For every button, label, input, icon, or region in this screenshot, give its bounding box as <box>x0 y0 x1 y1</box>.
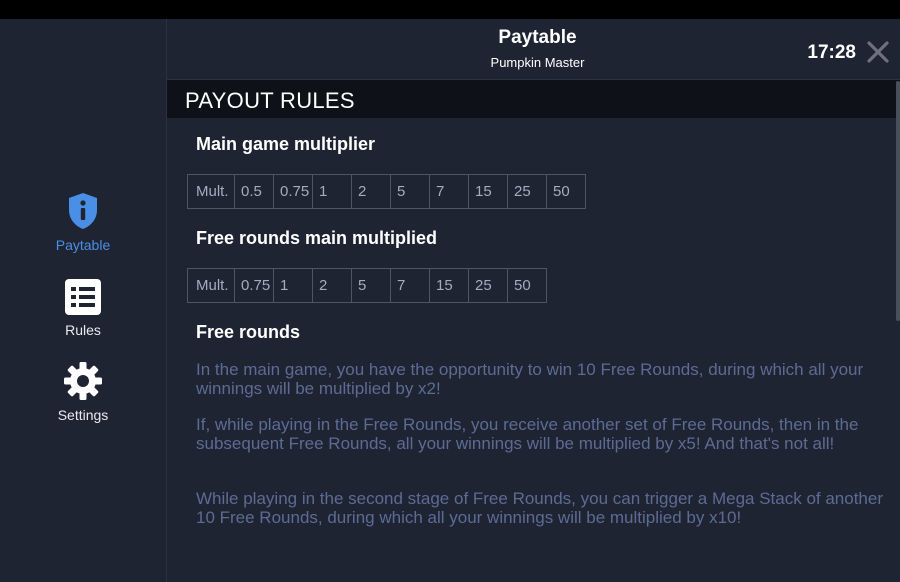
table-cell: 5 <box>390 174 430 209</box>
table-row: Mult. 0.5 0.75 1 2 5 7 15 25 50 <box>187 174 586 209</box>
game-name: Pumpkin Master <box>490 55 585 70</box>
table-cell: 2 <box>312 268 352 303</box>
info-shield-icon <box>69 193 97 229</box>
scrollbar[interactable] <box>896 81 900 321</box>
top-black-bar <box>0 0 900 19</box>
sidebar-item-label: Settings <box>57 407 109 423</box>
sidebar: Paytable Rules Settings <box>0 19 167 582</box>
page-title: Paytable <box>498 27 577 48</box>
section-title: PAYOUT RULES <box>185 88 355 113</box>
table-cell: 15 <box>468 174 508 209</box>
table-cell: Mult. <box>187 268 235 303</box>
table-cell: 2 <box>351 174 391 209</box>
list-icon <box>65 279 101 315</box>
close-icon[interactable] <box>866 40 890 64</box>
table-cell: 7 <box>429 174 469 209</box>
table-cell: 0.75 <box>234 268 274 303</box>
table-cell: 7 <box>390 268 430 303</box>
main-multiplier-heading: Main game multiplier <box>196 134 376 154</box>
table-cell: 25 <box>468 268 508 303</box>
free-rounds-paragraph-1: In the main game, you have the opportuni… <box>196 360 864 398</box>
table-cell: 0.5 <box>234 174 274 209</box>
free-rounds-paragraph-2: If, while playing in the Free Rounds, yo… <box>196 415 859 453</box>
sidebar-item-label: Paytable <box>55 237 111 253</box>
table-cell: 50 <box>507 268 547 303</box>
sidebar-item-paytable[interactable]: Paytable <box>0 191 166 253</box>
sidebar-item-rules[interactable]: Rules <box>0 278 166 338</box>
table-cell: 0.75 <box>273 174 313 209</box>
sidebar-item-settings[interactable]: Settings <box>0 361 166 423</box>
gear-icon <box>64 362 102 400</box>
table-row: Mult. 0.75 1 2 5 7 15 25 50 <box>187 268 547 303</box>
sidebar-item-label: Rules <box>65 322 101 338</box>
main-multiplier-table: Mult. 0.5 0.75 1 2 5 7 15 25 50 <box>187 174 586 209</box>
table-cell: 1 <box>312 174 352 209</box>
payout-content: Main game multiplier Mult. 0.5 0.75 1 2 … <box>167 117 892 582</box>
table-cell: 25 <box>507 174 547 209</box>
free-rounds-heading: Free rounds <box>196 322 301 342</box>
section-header: PAYOUT RULES <box>167 79 900 118</box>
table-cell: 50 <box>546 174 586 209</box>
main-panel: Paytable Pumpkin Master 17:28 PAYOUT RUL… <box>167 19 900 582</box>
free-multiplier-heading: Free rounds main multiplied <box>196 228 438 248</box>
header: Paytable Pumpkin Master 17:28 <box>167 19 900 79</box>
table-cell: 15 <box>429 268 469 303</box>
free-rounds-paragraph-3: While playing in the second stage of Fre… <box>196 489 884 527</box>
table-cell: 5 <box>351 268 391 303</box>
table-cell: 1 <box>273 268 313 303</box>
table-cell: Mult. <box>187 174 235 209</box>
clock: 17:28 <box>807 42 856 63</box>
free-multiplier-table: Mult. 0.75 1 2 5 7 15 25 50 <box>187 268 547 303</box>
